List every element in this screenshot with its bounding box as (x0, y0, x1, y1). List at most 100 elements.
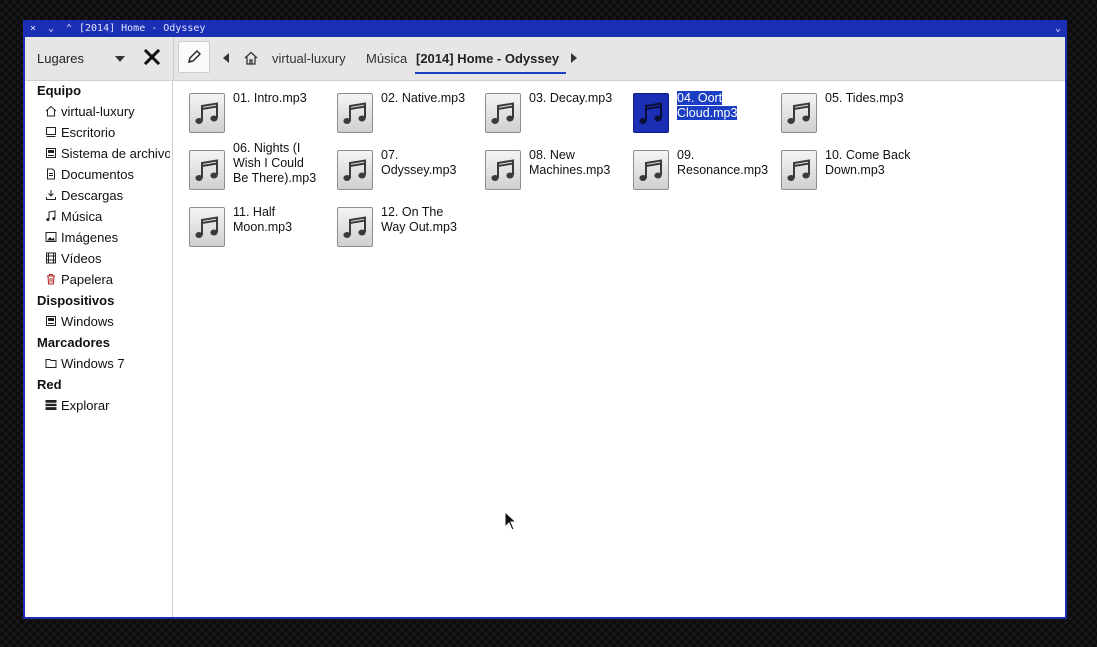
toolbar: Lugares virtual-luxury Música [2014] Hom… (25, 37, 1065, 81)
document-icon (47, 168, 55, 180)
file-item[interactable]: 02. Native.mp3 (321, 81, 465, 133)
audio-file-icon (781, 93, 817, 133)
sidebar-item-label: Escritorio (61, 125, 116, 140)
sidebar-item-label: Música (61, 209, 103, 224)
drive-icon (46, 148, 56, 158)
network-icon (45, 400, 57, 410)
sidebar-item-windows[interactable]: Windows (45, 313, 170, 333)
audio-file-icon (485, 150, 521, 190)
sidebar-item-home[interactable]: virtual-luxury (45, 103, 170, 123)
edit-path-button[interactable] (178, 41, 210, 73)
file-name: 11. Half Moon.mp3 (233, 205, 293, 234)
file-name: 08. New Machines.mp3 (529, 148, 611, 177)
sidebar-item-label: Explorar (61, 398, 110, 413)
sidebar-item-label: Imágenes (61, 230, 119, 245)
file-name: 05. Tides.mp3 (825, 91, 904, 105)
desktop-icon (46, 127, 56, 137)
sidebar-item-label: Windows (61, 314, 114, 329)
sidebar-item-label: Papelera (61, 272, 114, 287)
file-grid: 01. Intro.mp3 02. Native.mp3 03. Decay.m… (173, 81, 1065, 617)
drive-icon (46, 316, 56, 326)
breadcrumb-virtual-luxury[interactable]: virtual-luxury (272, 51, 346, 66)
folder-icon (45, 359, 57, 368)
audio-file-icon (337, 150, 373, 190)
window-title: [2014] Home - Odyssey (79, 23, 206, 34)
file-name: 01. Intro.mp3 (233, 91, 307, 105)
audio-file-icon (485, 93, 521, 133)
breadcrumb-current-folder[interactable]: [2014] Home - Odyssey (416, 51, 559, 66)
sidebar-item-label: Sistema de archivos (61, 146, 170, 161)
file-item[interactable]: 11. Half Moon.mp3 (173, 195, 313, 247)
section-title-equipo: Equipo (37, 83, 82, 98)
sidebar-item-windows-7[interactable]: Windows 7 (45, 355, 170, 375)
sidebar-item-label: virtual-luxury (61, 104, 135, 119)
pencil-icon (188, 50, 201, 63)
close-sidebar-icon[interactable] (141, 46, 163, 68)
places-dropdown-icon[interactable] (115, 56, 125, 62)
sidebar-item-descargas[interactable]: Descargas (45, 187, 170, 207)
audio-file-icon (189, 93, 225, 133)
file-name: 03. Decay.mp3 (529, 91, 613, 105)
music-icon (46, 210, 56, 222)
audio-file-icon (189, 207, 225, 247)
window-content: Lugares virtual-luxury Música [2014] Hom… (25, 37, 1065, 617)
back-arrow-icon[interactable] (223, 53, 229, 63)
file-item[interactable]: 07. Odyssey.mp3 (321, 138, 461, 190)
home-icon[interactable] (243, 50, 259, 66)
audio-file-icon (633, 150, 669, 190)
sidebar-item-imagenes[interactable]: Imágenes (45, 229, 170, 249)
file-item[interactable]: 09. Resonance.mp3 (617, 138, 768, 190)
file-item[interactable]: 06. Nights (I Wish I Could Be There).mp3 (173, 138, 316, 190)
active-breadcrumb-underline (415, 72, 566, 74)
download-icon (46, 190, 56, 200)
file-name: 04. Oort Cloud.mp3 (677, 91, 738, 120)
sidebar-item-label: Descargas (61, 188, 124, 203)
breadcrumb-musica[interactable]: Música (366, 51, 407, 66)
file-item[interactable]: 01. Intro.mp3 (173, 81, 313, 133)
trash-icon (47, 274, 55, 285)
section-title-red: Red (37, 377, 62, 392)
window-menu-icon[interactable]: ⌄ (1055, 20, 1061, 37)
file-item[interactable]: 10. Come Back Down.mp3 (765, 138, 910, 190)
file-name: 10. Come Back Down.mp3 (825, 148, 911, 177)
sidebar-item-label: Documentos (61, 167, 134, 182)
file-name: 07. Odyssey.mp3 (381, 148, 457, 177)
sidebar-item-videos[interactable]: Vídeos (45, 250, 170, 270)
places-selector-label[interactable]: Lugares (37, 51, 84, 66)
sidebar-item-escritorio[interactable]: Escritorio (45, 124, 170, 144)
sidebar-item-label: Vídeos (61, 251, 102, 266)
forward-arrow-icon[interactable] (571, 53, 577, 63)
section-title-dispositivos: Dispositivos (37, 293, 115, 308)
file-item[interactable]: 12. On The Way Out.mp3 (321, 195, 461, 247)
sidebar-item-label: Windows 7 (61, 356, 125, 371)
file-item-selected[interactable]: 04. Oort Cloud.mp3 (617, 81, 757, 133)
audio-file-icon (337, 207, 373, 247)
sidebar-item-filesystem[interactable]: Sistema de archivos (45, 145, 170, 165)
file-manager-window: × ⌄ ⌃ [2014] Home - Odyssey ⌄ Lugares vi… (23, 20, 1067, 619)
file-name: 06. Nights (I Wish I Could Be There).mp3 (233, 141, 317, 185)
file-name: 02. Native.mp3 (381, 91, 466, 105)
file-item[interactable]: 05. Tides.mp3 (765, 81, 905, 133)
file-item[interactable]: 08. New Machines.mp3 (469, 138, 610, 190)
video-icon (46, 252, 56, 264)
toolbar-divider (173, 37, 174, 80)
file-item[interactable]: 03. Decay.mp3 (469, 81, 612, 133)
audio-file-icon (337, 93, 373, 133)
image-icon (45, 232, 57, 242)
mouse-pointer-icon (504, 511, 518, 531)
audio-file-icon (189, 150, 225, 190)
audio-file-icon (633, 93, 669, 133)
home-icon (45, 105, 57, 117)
sidebar-item-papelera[interactable]: Papelera (45, 271, 170, 291)
title-bar[interactable]: × ⌄ ⌃ [2014] Home - Odyssey ⌄ (23, 20, 1067, 37)
close-window-icon[interactable]: × (27, 20, 39, 37)
sidebar-item-documentos[interactable]: Documentos (45, 166, 170, 186)
audio-file-icon (781, 150, 817, 190)
places-sidebar: Equipo virtual-luxury Escritorio Sistema… (25, 81, 173, 617)
sidebar-item-musica[interactable]: Música (45, 208, 170, 228)
sidebar-item-explorar[interactable]: Explorar (45, 397, 170, 417)
maximize-window-icon[interactable]: ⌃ (63, 20, 75, 37)
minimize-window-icon[interactable]: ⌄ (45, 20, 57, 37)
file-name: 12. On The Way Out.mp3 (381, 205, 457, 234)
file-name: 09. Resonance.mp3 (677, 148, 769, 177)
